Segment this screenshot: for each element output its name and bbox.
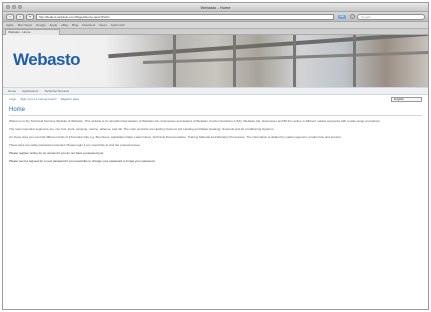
bookmark-item[interactable]: News bbox=[99, 23, 107, 27]
language-selected: English bbox=[394, 97, 404, 101]
content-paragraph: The most important segments are: car, bu… bbox=[9, 127, 275, 131]
password-note: Please send a request for a new password… bbox=[9, 159, 156, 163]
banner-column bbox=[293, 35, 296, 87]
bookmark-item[interactable]: Mac Oasis bbox=[18, 23, 32, 27]
banner-column bbox=[353, 35, 356, 87]
register-link[interactable]: Register Here bbox=[61, 97, 80, 101]
bookmark-item[interactable]: Facebook bbox=[82, 23, 95, 27]
language-select[interactable]: English bbox=[391, 96, 422, 102]
register-note: Please register online for an account if… bbox=[9, 151, 105, 155]
back-button[interactable]: ‹ bbox=[6, 13, 14, 20]
banner-architecture bbox=[143, 50, 428, 65]
url-text: http://dealers.webasto.com/Pages/Home.as… bbox=[39, 14, 110, 19]
bookmarks-bar: Apple Mac Oasis Google Apple eBay Bing F… bbox=[3, 22, 428, 29]
bookmark-item[interactable]: Google bbox=[36, 23, 46, 27]
bookmark-item[interactable]: Apple bbox=[6, 23, 14, 27]
browser-toolbar: ‹ › + http://dealers.webasto.com/Pages/H… bbox=[3, 12, 428, 22]
nav-technical-services[interactable]: Technical Services bbox=[44, 89, 69, 93]
header-banner: Webasto bbox=[3, 35, 428, 87]
window-title: Webasto - Home bbox=[200, 5, 231, 10]
content-paragraph: On these sites you can find different ki… bbox=[9, 135, 342, 139]
webasto-logo: Webasto bbox=[13, 50, 81, 69]
rss-badge[interactable]: RSS bbox=[338, 14, 346, 19]
login-row: Login Sign up for a new account? Registe… bbox=[3, 95, 428, 103]
banner-column bbox=[233, 35, 236, 87]
browser-window: Webasto - Home ‹ › + http://dealers.weba… bbox=[2, 2, 429, 310]
login-link[interactable]: Login bbox=[9, 97, 16, 101]
signup-prompt: Sign up for a new account? bbox=[20, 97, 57, 101]
bookmark-item[interactable]: Apple bbox=[50, 23, 58, 27]
search-placeholder: Google bbox=[361, 14, 371, 19]
nav-applications[interactable]: Applications bbox=[22, 89, 38, 93]
bookmark-item[interactable]: Apple (22) bbox=[111, 23, 125, 27]
forward-button[interactable]: › bbox=[16, 13, 24, 20]
forward-icon: › bbox=[19, 13, 21, 19]
page-title: Home bbox=[9, 107, 422, 116]
nav-home[interactable]: Home bbox=[8, 89, 16, 93]
title-bar: Webasto - Home bbox=[3, 3, 428, 12]
content-paragraph: Welcome to the Technical Services Websit… bbox=[9, 119, 381, 123]
refresh-icon[interactable] bbox=[350, 14, 355, 19]
plus-icon: + bbox=[28, 13, 32, 19]
content-paragraph: These sites are partly password-protecte… bbox=[9, 143, 141, 147]
back-icon: ‹ bbox=[9, 13, 11, 19]
address-bar[interactable]: http://dealers.webasto.com/Pages/Home.as… bbox=[36, 13, 334, 20]
banner-column bbox=[173, 35, 176, 87]
add-bookmark-button[interactable]: + bbox=[26, 13, 34, 20]
main-content: Welcome to the Technical Services Websit… bbox=[3, 119, 428, 163]
bookmark-item[interactable]: Bing bbox=[72, 23, 78, 27]
main-navigation: Home Applications Technical Services bbox=[3, 87, 428, 95]
bookmark-item[interactable]: eBay bbox=[61, 23, 68, 27]
search-input[interactable]: Google bbox=[357, 13, 425, 20]
